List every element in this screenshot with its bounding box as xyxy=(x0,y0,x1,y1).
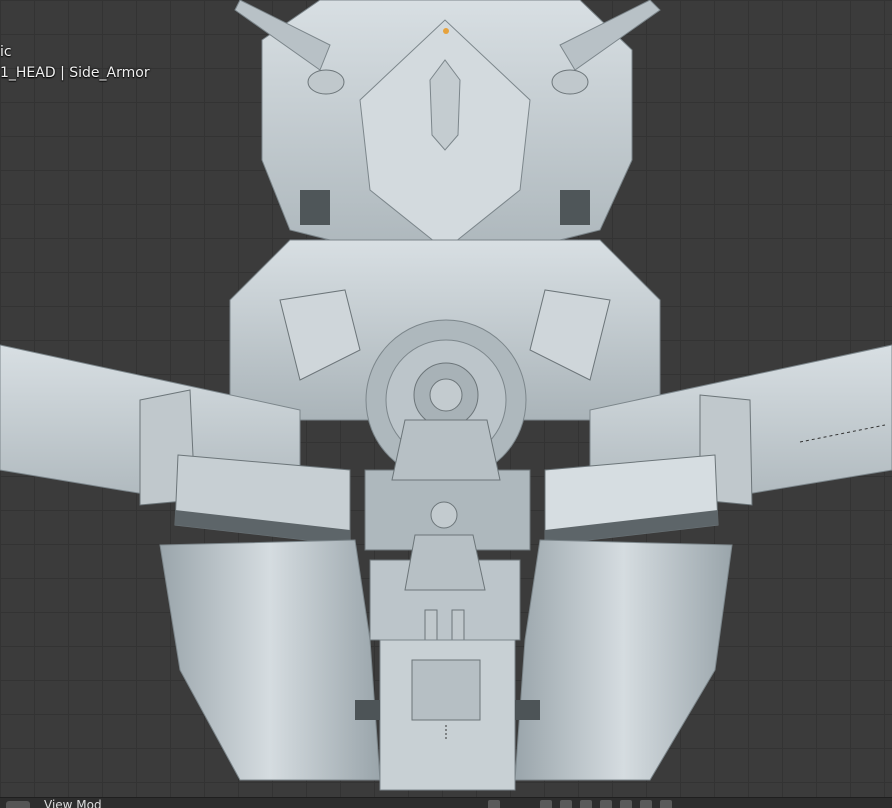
3d-viewport[interactable]: ic 1_HEAD | Side_Armor xyxy=(0,0,892,807)
viewport-object-name: 1_HEAD | Side_Armor xyxy=(0,65,150,81)
head-armor xyxy=(234,0,661,271)
viewport-header-bar: View Mod xyxy=(0,797,892,808)
viewport-view-name: ic xyxy=(0,44,12,60)
origin-dot xyxy=(443,28,449,34)
mech-model-render xyxy=(0,0,892,791)
